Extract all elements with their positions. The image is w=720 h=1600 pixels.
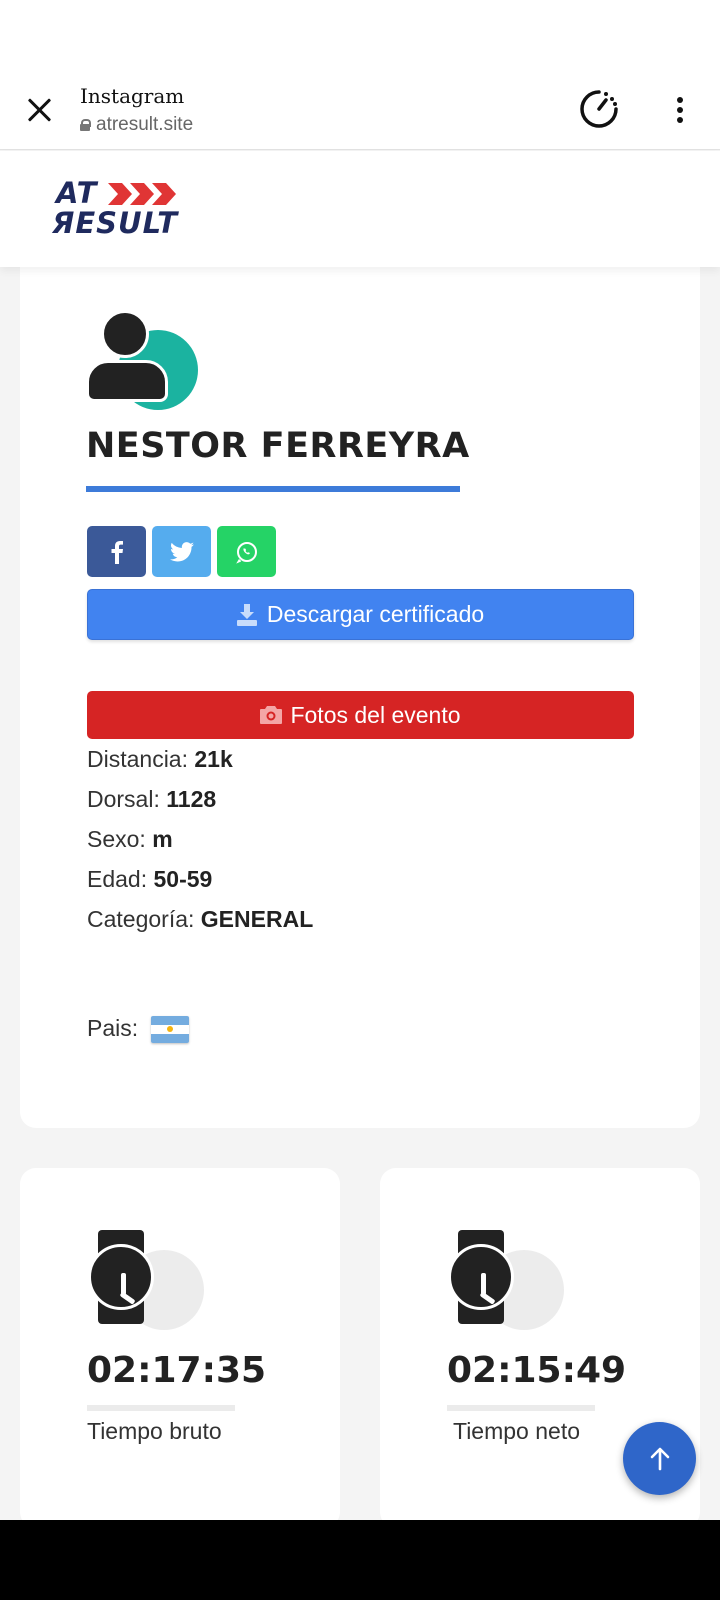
- age-info: Edad: 50-59: [87, 866, 213, 892]
- close-icon[interactable]: [22, 92, 58, 128]
- distance-info: Distancia: 21k: [87, 746, 233, 772]
- facebook-icon: [111, 540, 123, 564]
- net-time-divider: [447, 1405, 595, 1411]
- chevrons-icon: [108, 183, 176, 205]
- download-icon: [236, 603, 257, 626]
- user-avatar-icon: [86, 310, 202, 414]
- scroll-to-top-button[interactable]: [623, 1422, 696, 1495]
- country-label: Pais:: [87, 1015, 139, 1041]
- download-certificate-label: Descargar certificado: [266, 601, 485, 627]
- download-certificate-button[interactable]: Descargar certificado: [87, 589, 634, 640]
- watch-icon: [448, 1230, 564, 1330]
- category-info: Categoría: GENERAL: [87, 906, 314, 932]
- sex-value: m: [152, 826, 173, 852]
- sex-info: Sexo: m: [87, 826, 173, 852]
- camera-icon: [260, 706, 283, 724]
- lock-icon: [80, 119, 91, 131]
- whatsapp-icon: [235, 541, 257, 564]
- gross-time-divider: [87, 1405, 235, 1411]
- whatsapp-share-button[interactable]: [217, 526, 276, 577]
- more-options-icon[interactable]: [666, 90, 694, 130]
- twitter-icon: [169, 541, 194, 561]
- category-value: GENERAL: [200, 906, 314, 932]
- system-navigation-bar: [0, 1520, 720, 1600]
- arrow-up-icon: [650, 1447, 669, 1470]
- site-header: AT ЯESULT: [0, 151, 720, 267]
- status-bar-area: [0, 0, 720, 68]
- name-underline: [86, 486, 460, 492]
- logo-text-line2: ЯESULT: [52, 206, 179, 240]
- speed-icon[interactable]: [578, 88, 620, 130]
- event-photos-label: Fotos del evento: [290, 701, 461, 728]
- gross-time-value: 02:17:35: [87, 1350, 267, 1391]
- profile-card: NESTOR FERREYRA Descargar certificado Fo…: [20, 250, 700, 1128]
- browser-title: Instagram: [80, 84, 185, 108]
- watch-icon: [88, 1230, 204, 1330]
- browser-url-text: atresult.site: [96, 114, 194, 135]
- gross-time-label: Tiempo bruto: [87, 1418, 222, 1444]
- logo-text-line1: AT: [56, 176, 98, 210]
- net-time-value: 02:15:49: [447, 1350, 627, 1391]
- facebook-share-button[interactable]: [87, 526, 146, 577]
- browser-url: atresult.site: [80, 114, 193, 136]
- country-info: Pais:: [87, 1015, 189, 1044]
- runner-name: NESTOR FERREYRA: [86, 426, 470, 466]
- event-photos-button[interactable]: Fotos del evento: [87, 691, 634, 739]
- bib-value: 1128: [166, 786, 217, 812]
- in-app-browser-bar: Instagram atresult.site: [0, 68, 720, 150]
- distance-value: 21k: [194, 746, 233, 772]
- argentina-flag-icon: [150, 1016, 189, 1044]
- atresult-logo[interactable]: AT ЯESULT: [52, 179, 182, 241]
- age-value: 50-59: [153, 866, 213, 892]
- net-time-label: Tiempo neto: [453, 1418, 580, 1444]
- bib-info: Dorsal: 1128: [87, 786, 217, 812]
- twitter-share-button[interactable]: [152, 526, 211, 577]
- gross-time-card: 02:17:35 Tiempo bruto: [20, 1168, 340, 1528]
